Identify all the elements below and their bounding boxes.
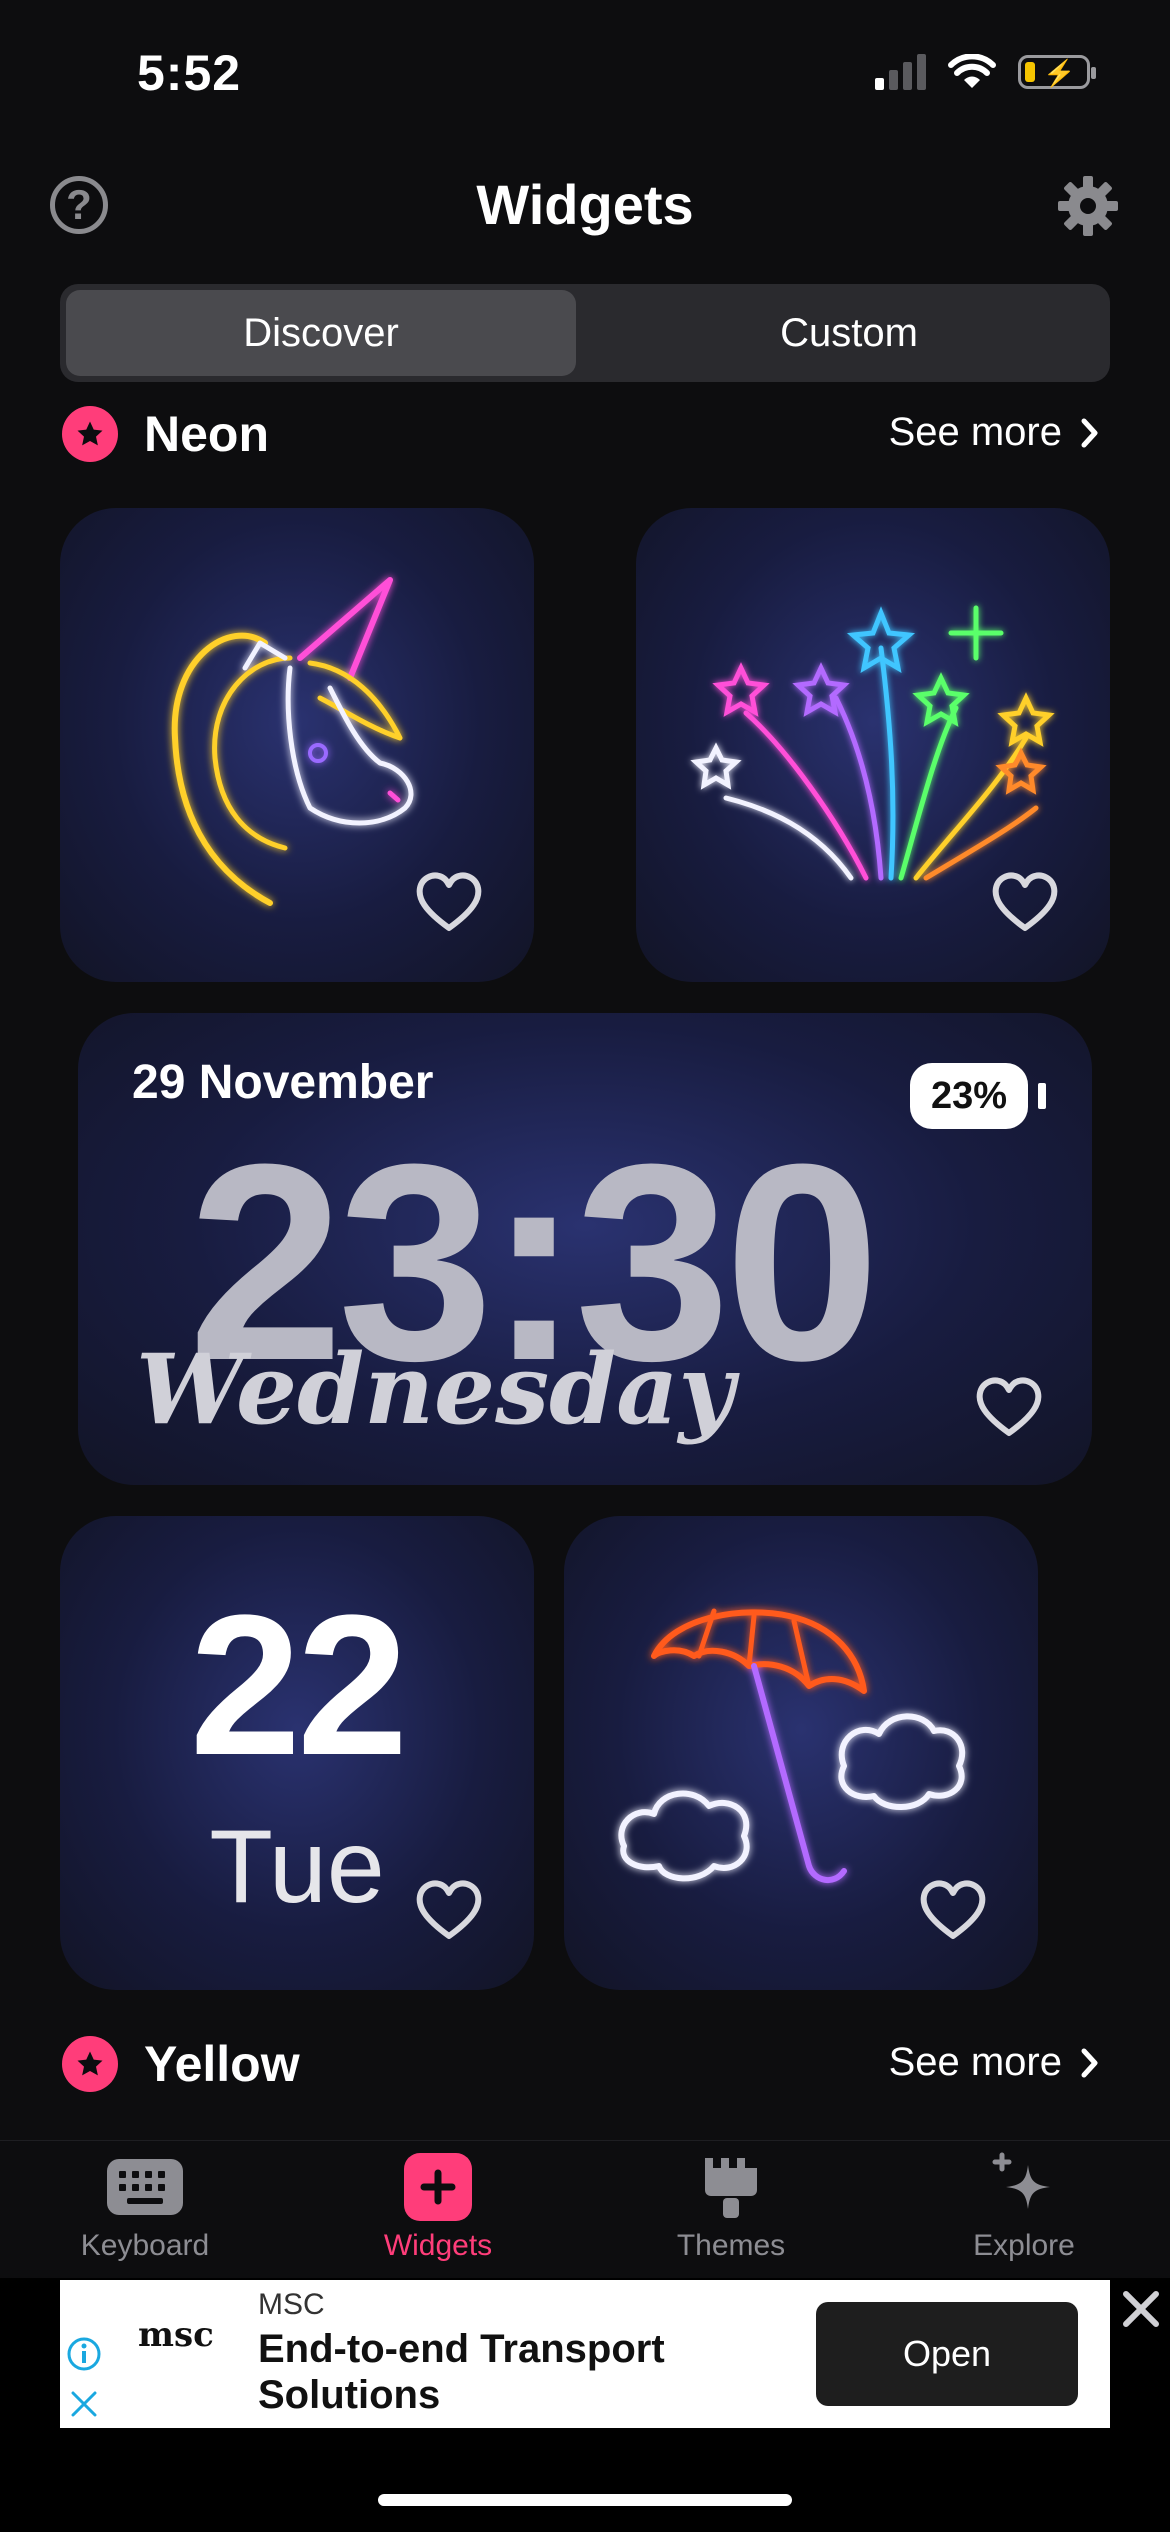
heart-icon[interactable] xyxy=(974,1375,1044,1439)
gear-icon[interactable] xyxy=(1056,174,1120,238)
battery-percent: 23% xyxy=(930,1074,1008,1117)
widget-date[interactable]: 22 Tue xyxy=(60,1516,534,1990)
segmented-control: Discover Custom xyxy=(60,284,1110,382)
heart-icon[interactable] xyxy=(990,870,1060,934)
ad-headline: End-to-end Transport Solutions xyxy=(258,2327,665,2417)
heart-icon[interactable] xyxy=(414,1878,484,1942)
tab-themes[interactable]: Themes xyxy=(611,2155,851,2263)
cellular-signal-icon xyxy=(875,54,926,90)
widget-clock[interactable]: 29 November 23% 23:30 Wednesday xyxy=(78,1013,1092,1485)
ad-banner[interactable]: msc MSC End-to-end Transport Solutions O… xyxy=(60,2280,1110,2428)
wifi-icon xyxy=(948,54,996,88)
tab-themes-label: Themes xyxy=(676,2229,786,2262)
section-star-icon xyxy=(62,2036,118,2092)
widget-fireworks[interactable] xyxy=(636,508,1110,982)
status-time: 5:52 xyxy=(137,45,242,101)
tab-custom[interactable]: Custom xyxy=(594,290,1104,376)
tab-keyboard-label: Keyboard xyxy=(80,2229,210,2262)
close-icon[interactable] xyxy=(1118,2286,1164,2332)
see-more-neon-link[interactable]: See more xyxy=(889,410,1100,455)
home-indicator[interactable] xyxy=(378,2494,792,2506)
widget-umbrella[interactable] xyxy=(564,1516,1038,1990)
tab-widgets-label: Widgets xyxy=(383,2229,493,2262)
sparkle-icon xyxy=(984,2152,1064,2219)
tab-explore[interactable]: Explore xyxy=(904,2152,1144,2263)
date-day-number: 22 xyxy=(189,1574,408,1797)
see-more-label: See more xyxy=(888,2040,1062,2084)
ad-advertiser: MSC xyxy=(258,2288,325,2321)
ad-dismiss-icon[interactable] xyxy=(68,2388,100,2420)
tab-explore-label: Explore xyxy=(973,2229,1075,2262)
clock-date: 29 November xyxy=(132,1056,434,1109)
status-icons: ⚡ xyxy=(875,54,1096,90)
see-more-label: See more xyxy=(888,410,1062,454)
plus-icon xyxy=(398,2153,478,2221)
tab-bar: Keyboard Widgets Themes Explore xyxy=(0,2140,1170,2281)
section-title-yellow: Yellow xyxy=(144,2036,300,2092)
widget-unicorn[interactable] xyxy=(60,508,534,982)
chevron-right-icon xyxy=(1081,2048,1098,2077)
keyboard-icon xyxy=(105,2155,185,2219)
section-title-neon: Neon xyxy=(144,406,269,462)
ad-info-icon[interactable] xyxy=(66,2336,102,2372)
chevron-right-icon xyxy=(1081,418,1098,447)
ad-open-button[interactable]: Open xyxy=(816,2302,1078,2406)
tab-discover[interactable]: Discover xyxy=(66,290,576,376)
heart-icon[interactable] xyxy=(918,1878,988,1942)
section-star-icon xyxy=(62,406,118,462)
ad-logo-text: msc xyxy=(138,2315,214,2355)
see-more-yellow-link[interactable]: See more xyxy=(889,2040,1100,2085)
ad-open-label: Open xyxy=(902,2333,992,2374)
heart-icon[interactable] xyxy=(414,870,484,934)
tab-widgets[interactable]: Widgets xyxy=(318,2153,558,2263)
battery-nub xyxy=(1038,1083,1046,1109)
battery-badge: 23% xyxy=(910,1063,1028,1129)
page-title: Widgets xyxy=(476,173,694,236)
brush-icon xyxy=(691,2155,771,2219)
tab-keyboard[interactable]: Keyboard xyxy=(25,2155,265,2263)
clock-weekday: Wednesday xyxy=(136,1333,735,1446)
ad-logo: msc xyxy=(138,2318,214,2390)
battery-icon: ⚡ xyxy=(1018,55,1096,89)
